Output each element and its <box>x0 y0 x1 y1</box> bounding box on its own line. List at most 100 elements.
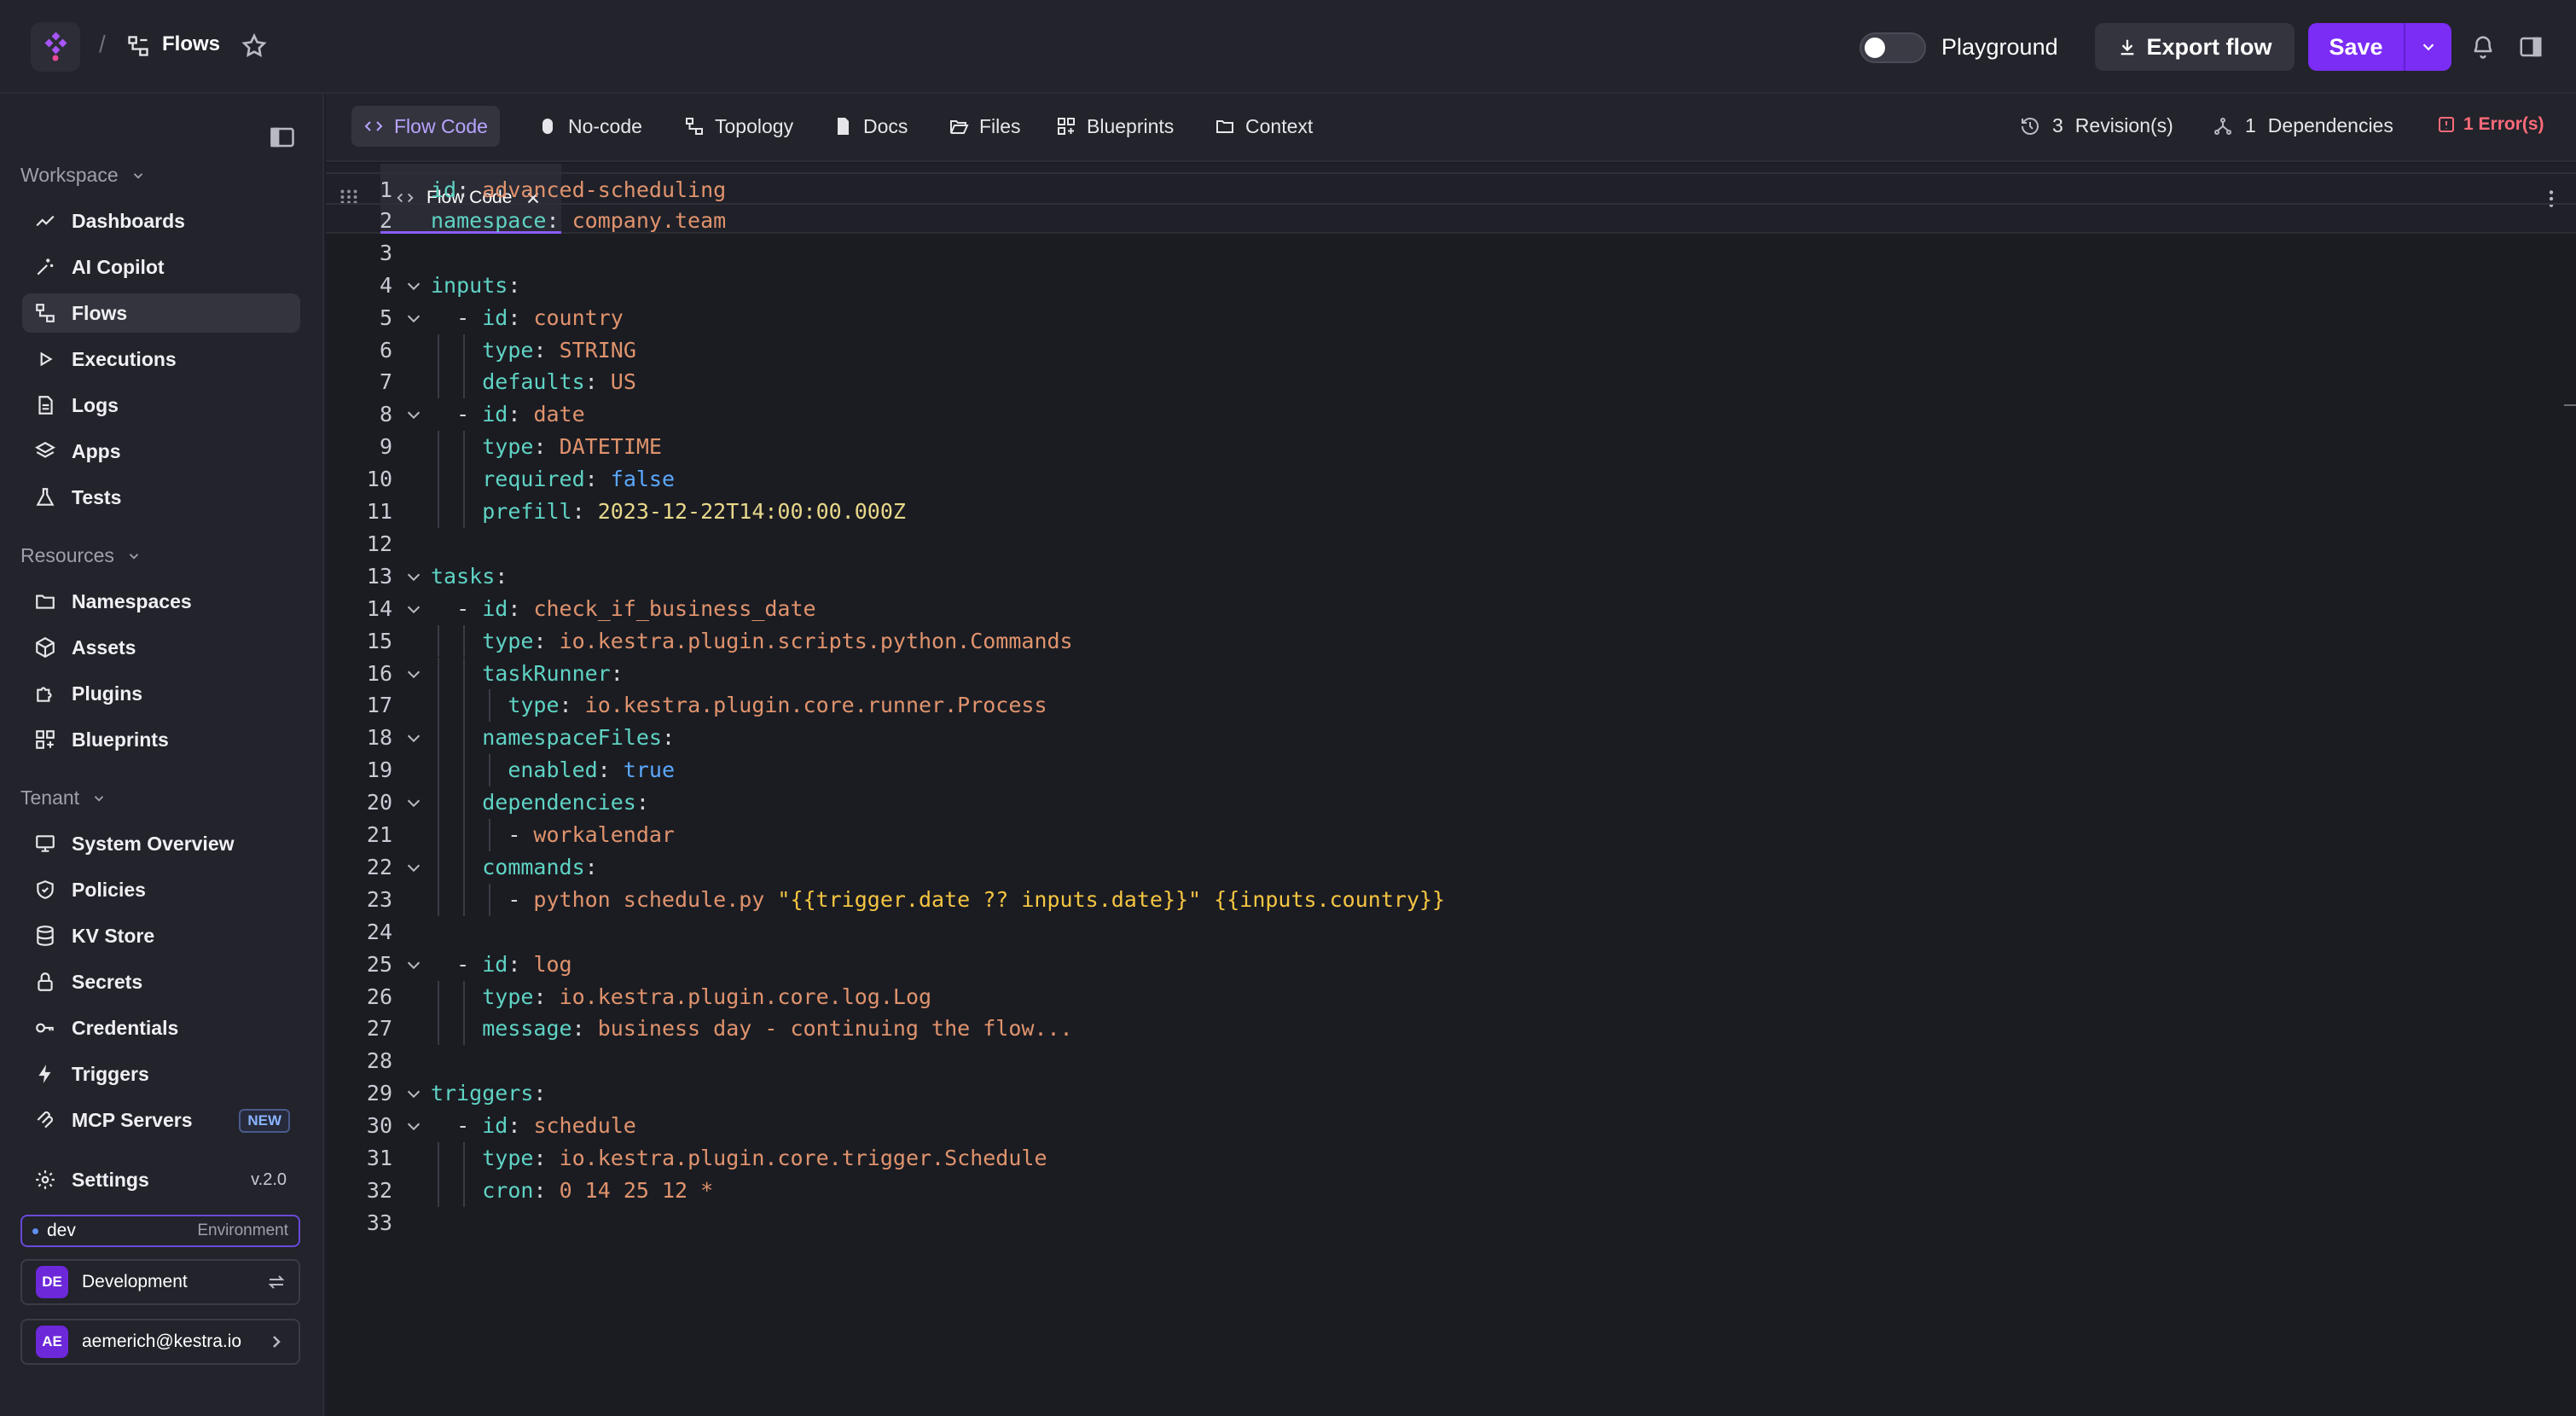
sidebar-item-namespaces[interactable]: Namespaces <box>22 582 300 621</box>
fold-chevron-icon[interactable] <box>404 405 423 424</box>
sidebar-item-tests[interactable]: Tests <box>22 478 300 517</box>
right-panel-icon[interactable] <box>2518 34 2544 60</box>
fold-chevron-icon[interactable] <box>404 858 423 877</box>
save-options-button[interactable] <box>2404 23 2451 71</box>
sidebar-item-executions[interactable]: Executions <box>22 339 300 379</box>
sidebar-collapse-icon[interactable] <box>270 126 295 148</box>
code-line[interactable]: 16 taskRunner: <box>326 658 2576 690</box>
dependencies-link[interactable]: 1 Dependencies <box>2213 114 2393 137</box>
playground-toggle[interactable] <box>1859 32 1926 63</box>
fold-chevron-icon[interactable] <box>404 276 423 295</box>
code-editor[interactable]: 1 id: advanced-scheduling 2 namespace: comp… <box>326 172 2576 1416</box>
sidebar-item-dashboards[interactable]: Dashboards <box>22 201 300 241</box>
code-line[interactable]: 20 dependencies: <box>326 786 2576 819</box>
sidebar-item-secrets[interactable]: Secrets <box>22 962 300 1001</box>
code-line[interactable]: 18 namespaceFiles: <box>326 722 2576 754</box>
fold-chevron-icon[interactable] <box>404 728 423 747</box>
code-line[interactable]: 8 - id: date <box>326 398 2576 431</box>
sidebar-item-settings[interactable]: Settings v.2.0 <box>22 1160 300 1199</box>
code-line[interactable]: 6 type: STRING <box>326 334 2576 367</box>
tab-files[interactable]: Files <box>937 106 1033 147</box>
tab-no-code[interactable]: No-code <box>525 106 654 147</box>
sidebar-item-plugins[interactable]: Plugins <box>22 674 300 713</box>
code-line[interactable]: 9 type: DATETIME <box>326 431 2576 463</box>
sidebar-item-assets[interactable]: Assets <box>22 628 300 667</box>
sidebar-item-apps[interactable]: Apps <box>22 432 300 471</box>
tab-context[interactable]: Context <box>1203 106 1325 147</box>
tab-docs[interactable]: Docs <box>821 106 920 147</box>
code-line[interactable]: 13 tasks: <box>326 560 2576 593</box>
kestra-logo[interactable] <box>31 22 80 72</box>
code-line[interactable]: 31 type: io.kestra.plugin.core.trigger.S… <box>326 1142 2576 1175</box>
line-number: 24 <box>366 919 392 944</box>
sidebar-item-system-overview[interactable]: System Overview <box>22 824 300 863</box>
line-number: 2 <box>379 207 392 233</box>
code-line[interactable]: 14 - id: check_if_business_date <box>326 593 2576 625</box>
sidebar-item-mcp-servers[interactable]: MCP Servers NEW <box>22 1100 300 1140</box>
fold-chevron-icon[interactable] <box>404 1117 423 1135</box>
resources-section[interactable]: Resources <box>20 544 142 567</box>
code-line[interactable]: 22 commands: <box>326 851 2576 884</box>
code-line[interactable]: 2 namespace: company.team <box>326 205 2576 237</box>
star-icon[interactable] <box>241 32 268 60</box>
code-line[interactable]: 4 inputs: <box>326 270 2576 302</box>
code-line[interactable]: 29 triggers: <box>326 1077 2576 1110</box>
sidebar-item-credentials[interactable]: Credentials <box>22 1008 300 1047</box>
tenant-switcher[interactable]: DE Development <box>20 1259 300 1305</box>
indent-guide <box>489 883 491 916</box>
code-line[interactable]: 21 - workalendar <box>326 819 2576 851</box>
code-line[interactable]: 5 - id: country <box>326 302 2576 334</box>
sidebar-item-flows[interactable]: Flows <box>22 293 300 333</box>
user-menu[interactable]: AE aemerich@kestra.io <box>20 1319 300 1365</box>
code-line[interactable]: 19 enabled: true <box>326 754 2576 786</box>
line-number: 21 <box>366 822 392 847</box>
sidebar-item-blueprints[interactable]: Blueprints <box>22 720 300 759</box>
code-text: inputs: <box>431 272 521 298</box>
fold-chevron-icon[interactable] <box>404 1084 423 1103</box>
bell-icon[interactable] <box>2470 34 2496 60</box>
revisions-link[interactable]: 3 Revision(s) <box>2020 114 2173 137</box>
line-number: 28 <box>366 1048 392 1074</box>
tab-blueprints[interactable]: Blueprints <box>1044 106 1186 147</box>
tab-flow-code[interactable]: Flow Code <box>351 106 500 147</box>
code-line[interactable]: 17 type: io.kestra.plugin.core.runner.Pr… <box>326 689 2576 722</box>
code-line[interactable]: 7 defaults: US <box>326 366 2576 398</box>
sidebar-item-logs[interactable]: Logs <box>22 386 300 425</box>
code-line[interactable]: 25 - id: log <box>326 949 2576 981</box>
errors-indicator[interactable]: 1 Error(s) <box>2436 114 2544 135</box>
code-line[interactable]: 1 id: advanced-scheduling <box>326 172 2576 205</box>
code-line[interactable]: 28 <box>326 1045 2576 1077</box>
code-text: prefill: 2023-12-22T14:00:00.000Z <box>482 499 906 524</box>
sidebar-item-kv-store[interactable]: KV Store <box>22 916 300 955</box>
environment-indicator[interactable]: dev Environment <box>20 1215 300 1247</box>
code-line[interactable]: 10 required: false <box>326 463 2576 496</box>
code-line[interactable]: 32 cron: 0 14 25 12 * <box>326 1175 2576 1207</box>
tab-topology[interactable]: Topology <box>672 106 805 147</box>
sidebar-item-triggers[interactable]: Triggers <box>22 1054 300 1094</box>
fold-chevron-icon[interactable] <box>404 955 423 974</box>
sidebar-item-label: Tests <box>72 485 122 508</box>
code-line[interactable]: 33 <box>326 1207 2576 1239</box>
code-line[interactable]: 24 <box>326 916 2576 949</box>
fold-chevron-icon[interactable] <box>404 664 423 683</box>
code-line[interactable]: 26 type: io.kestra.plugin.core.log.Log <box>326 981 2576 1013</box>
tenant-section[interactable]: Tenant <box>20 786 107 810</box>
code-line[interactable]: 23 - python schedule.py "{{trigger.date … <box>326 884 2576 916</box>
environment-dot <box>32 1227 38 1234</box>
fold-chevron-icon[interactable] <box>404 600 423 618</box>
workspace-section[interactable]: Workspace <box>20 164 146 187</box>
fold-chevron-icon[interactable] <box>404 793 423 812</box>
code-line[interactable]: 11 prefill: 2023-12-22T14:00:00.000Z <box>326 496 2576 528</box>
sidebar-item-policies[interactable]: Policies <box>22 870 300 909</box>
save-button[interactable]: Save <box>2308 23 2404 71</box>
code-line[interactable]: 3 <box>326 237 2576 270</box>
sidebar-item-ai-copilot[interactable]: AI Copilot <box>22 247 300 287</box>
export-flow-button[interactable]: Export flow <box>2095 23 2295 71</box>
code-line[interactable]: 15 type: io.kestra.plugin.scripts.python… <box>326 625 2576 658</box>
code-line[interactable]: 27 message: business day - continuing th… <box>326 1013 2576 1045</box>
line-number: 5 <box>379 305 392 330</box>
code-line[interactable]: 12 <box>326 528 2576 560</box>
code-line[interactable]: 30 - id: schedule <box>326 1110 2576 1142</box>
fold-chevron-icon[interactable] <box>404 567 423 586</box>
fold-chevron-icon[interactable] <box>404 309 423 328</box>
